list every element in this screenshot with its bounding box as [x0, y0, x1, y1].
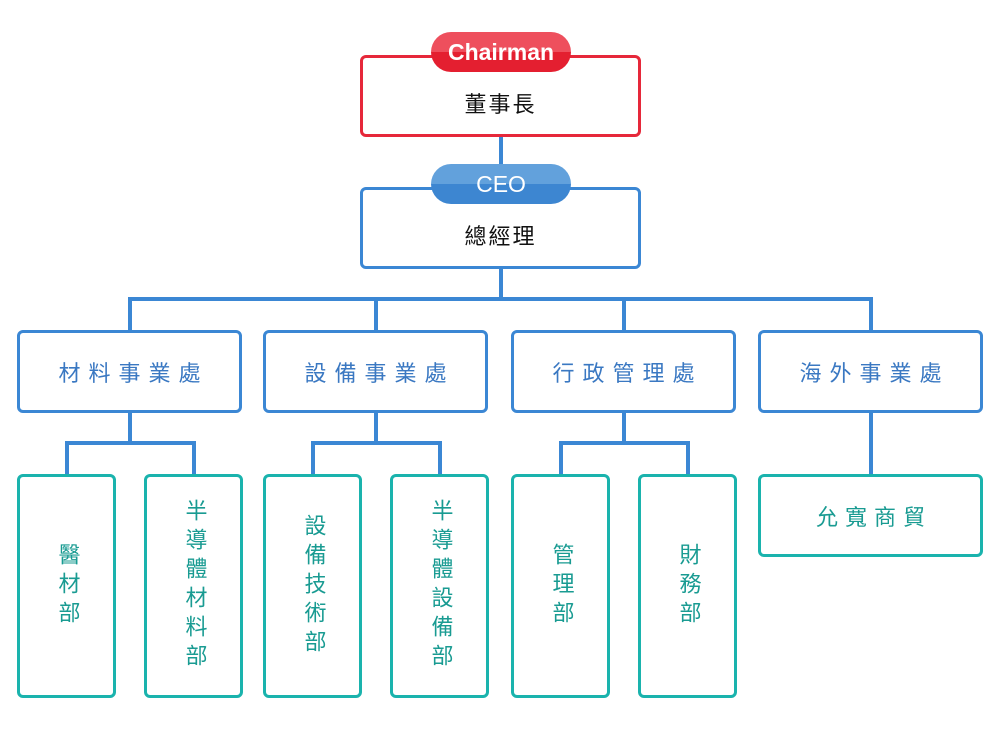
- department-management: 管理部: [511, 474, 610, 698]
- division-label: 設備事業處: [304, 361, 455, 387]
- connector: [559, 441, 690, 445]
- division-administration: 行政管理處: [511, 330, 736, 413]
- connector: [374, 412, 378, 444]
- connector: [128, 297, 873, 301]
- department-semiconductor-materials: 半導體材料部: [144, 474, 243, 698]
- ceo-title: 總經理: [464, 225, 537, 250]
- department-semiconductor-equipment: 半導體設備部: [390, 474, 489, 698]
- department-finance: 財務部: [638, 474, 737, 698]
- department-label: 半導體設備部: [427, 499, 453, 673]
- department-label: 管理部: [548, 542, 574, 630]
- connector: [686, 441, 690, 475]
- connector: [65, 441, 69, 475]
- connector: [869, 297, 873, 331]
- connector: [128, 412, 132, 444]
- connector: [622, 412, 626, 444]
- department-label: 設備技術部: [300, 513, 326, 659]
- department-medical-materials: 醫材部: [17, 474, 116, 698]
- division-label: 行政管理處: [552, 361, 703, 387]
- connector: [438, 441, 442, 475]
- division-materials: 材料事業處: [17, 330, 242, 413]
- division-overseas: 海外事業處: [758, 330, 983, 413]
- connector: [499, 268, 503, 300]
- connector: [128, 297, 132, 331]
- org-chart: 董事長 Chairman 總經理 CEO 材料事業處 設備事業處 行政管理處 海…: [0, 0, 1000, 732]
- connector: [311, 441, 442, 445]
- department-label: 醫材部: [54, 542, 80, 630]
- division-label: 材料事業處: [58, 361, 209, 387]
- chairman-title: 董事長: [464, 93, 537, 118]
- connector: [311, 441, 315, 475]
- department-label: 允寬商貿: [815, 505, 932, 531]
- department-label: 財務部: [675, 542, 701, 630]
- chairman-badge: Chairman: [431, 32, 571, 72]
- connector: [65, 441, 196, 445]
- department-yunkuan-trading: 允寬商貿: [758, 474, 983, 557]
- ceo-badge: CEO: [431, 164, 571, 204]
- connector: [374, 297, 378, 331]
- department-equipment-tech: 設備技術部: [263, 474, 362, 698]
- division-equipment: 設備事業處: [263, 330, 488, 413]
- connector: [559, 441, 563, 475]
- connector: [622, 297, 626, 331]
- connector: [192, 441, 196, 475]
- connector: [869, 412, 873, 475]
- division-label: 海外事業處: [799, 361, 950, 387]
- department-label: 半導體材料部: [181, 499, 207, 673]
